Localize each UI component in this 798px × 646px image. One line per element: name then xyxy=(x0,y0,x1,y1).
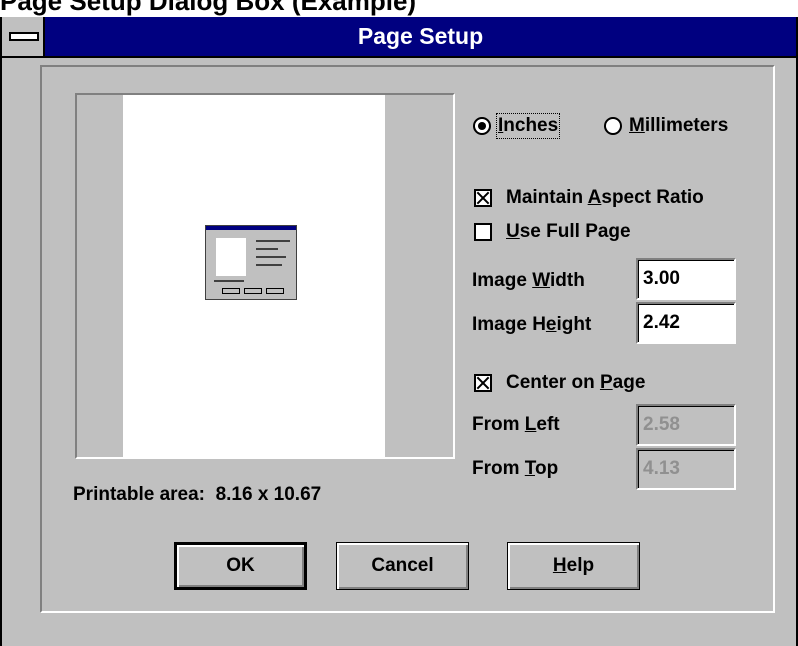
checkbox-center-on-page[interactable]: Center on Page xyxy=(474,372,645,394)
printable-area-label: Printable area: xyxy=(73,484,205,505)
radio-selected-icon xyxy=(473,117,491,135)
printable-area-text: Printable area: 8.16 x 10.67 xyxy=(73,484,321,506)
cancel-button[interactable]: Cancel xyxy=(336,542,469,590)
ok-button[interactable]: OK xyxy=(174,542,307,590)
center-on-page-label: Center on Page xyxy=(506,372,646,393)
system-menu-button[interactable] xyxy=(2,17,45,56)
checkbox-use-full-page[interactable]: Use Full Page xyxy=(474,221,631,243)
preview-paper xyxy=(123,95,385,457)
preview-image-thumbnail xyxy=(205,225,297,300)
image-width-label: Image Width xyxy=(472,270,585,291)
from-top-label: From Top xyxy=(472,458,559,479)
checkbox-checked-icon xyxy=(474,189,492,207)
page-preview xyxy=(75,93,455,459)
title-bar: Page Setup xyxy=(2,17,796,58)
image-height-input[interactable] xyxy=(636,302,736,344)
printable-area-value: 8.16 x 10.67 xyxy=(215,484,322,505)
help-button[interactable]: Help xyxy=(507,542,640,590)
checkbox-unchecked-icon xyxy=(474,223,492,241)
from-left-input xyxy=(636,404,736,446)
image-width-input[interactable] xyxy=(636,258,736,300)
maintain-aspect-ratio-label: Maintain Aspect Ratio xyxy=(506,187,704,208)
image-height-label: Image Height xyxy=(472,314,592,335)
radio-unselected-icon xyxy=(604,117,622,135)
system-menu-icon xyxy=(9,32,39,41)
radio-millimeters-label: Millimeters xyxy=(629,115,729,136)
from-left-label: From Left xyxy=(472,414,560,435)
checkbox-maintain-aspect-ratio[interactable]: Maintain Aspect Ratio xyxy=(474,187,704,209)
radio-inches[interactable]: Inches xyxy=(473,113,561,139)
page-caption: Page Setup Dialog Box (Example) xyxy=(0,0,417,16)
from-top-input xyxy=(636,448,736,490)
dialog-title: Page Setup xyxy=(357,23,484,49)
use-full-page-label: Use Full Page xyxy=(506,221,631,242)
checkbox-checked-icon xyxy=(474,374,492,392)
radio-inches-label: Inches xyxy=(495,113,561,139)
radio-millimeters[interactable]: Millimeters xyxy=(604,115,728,137)
